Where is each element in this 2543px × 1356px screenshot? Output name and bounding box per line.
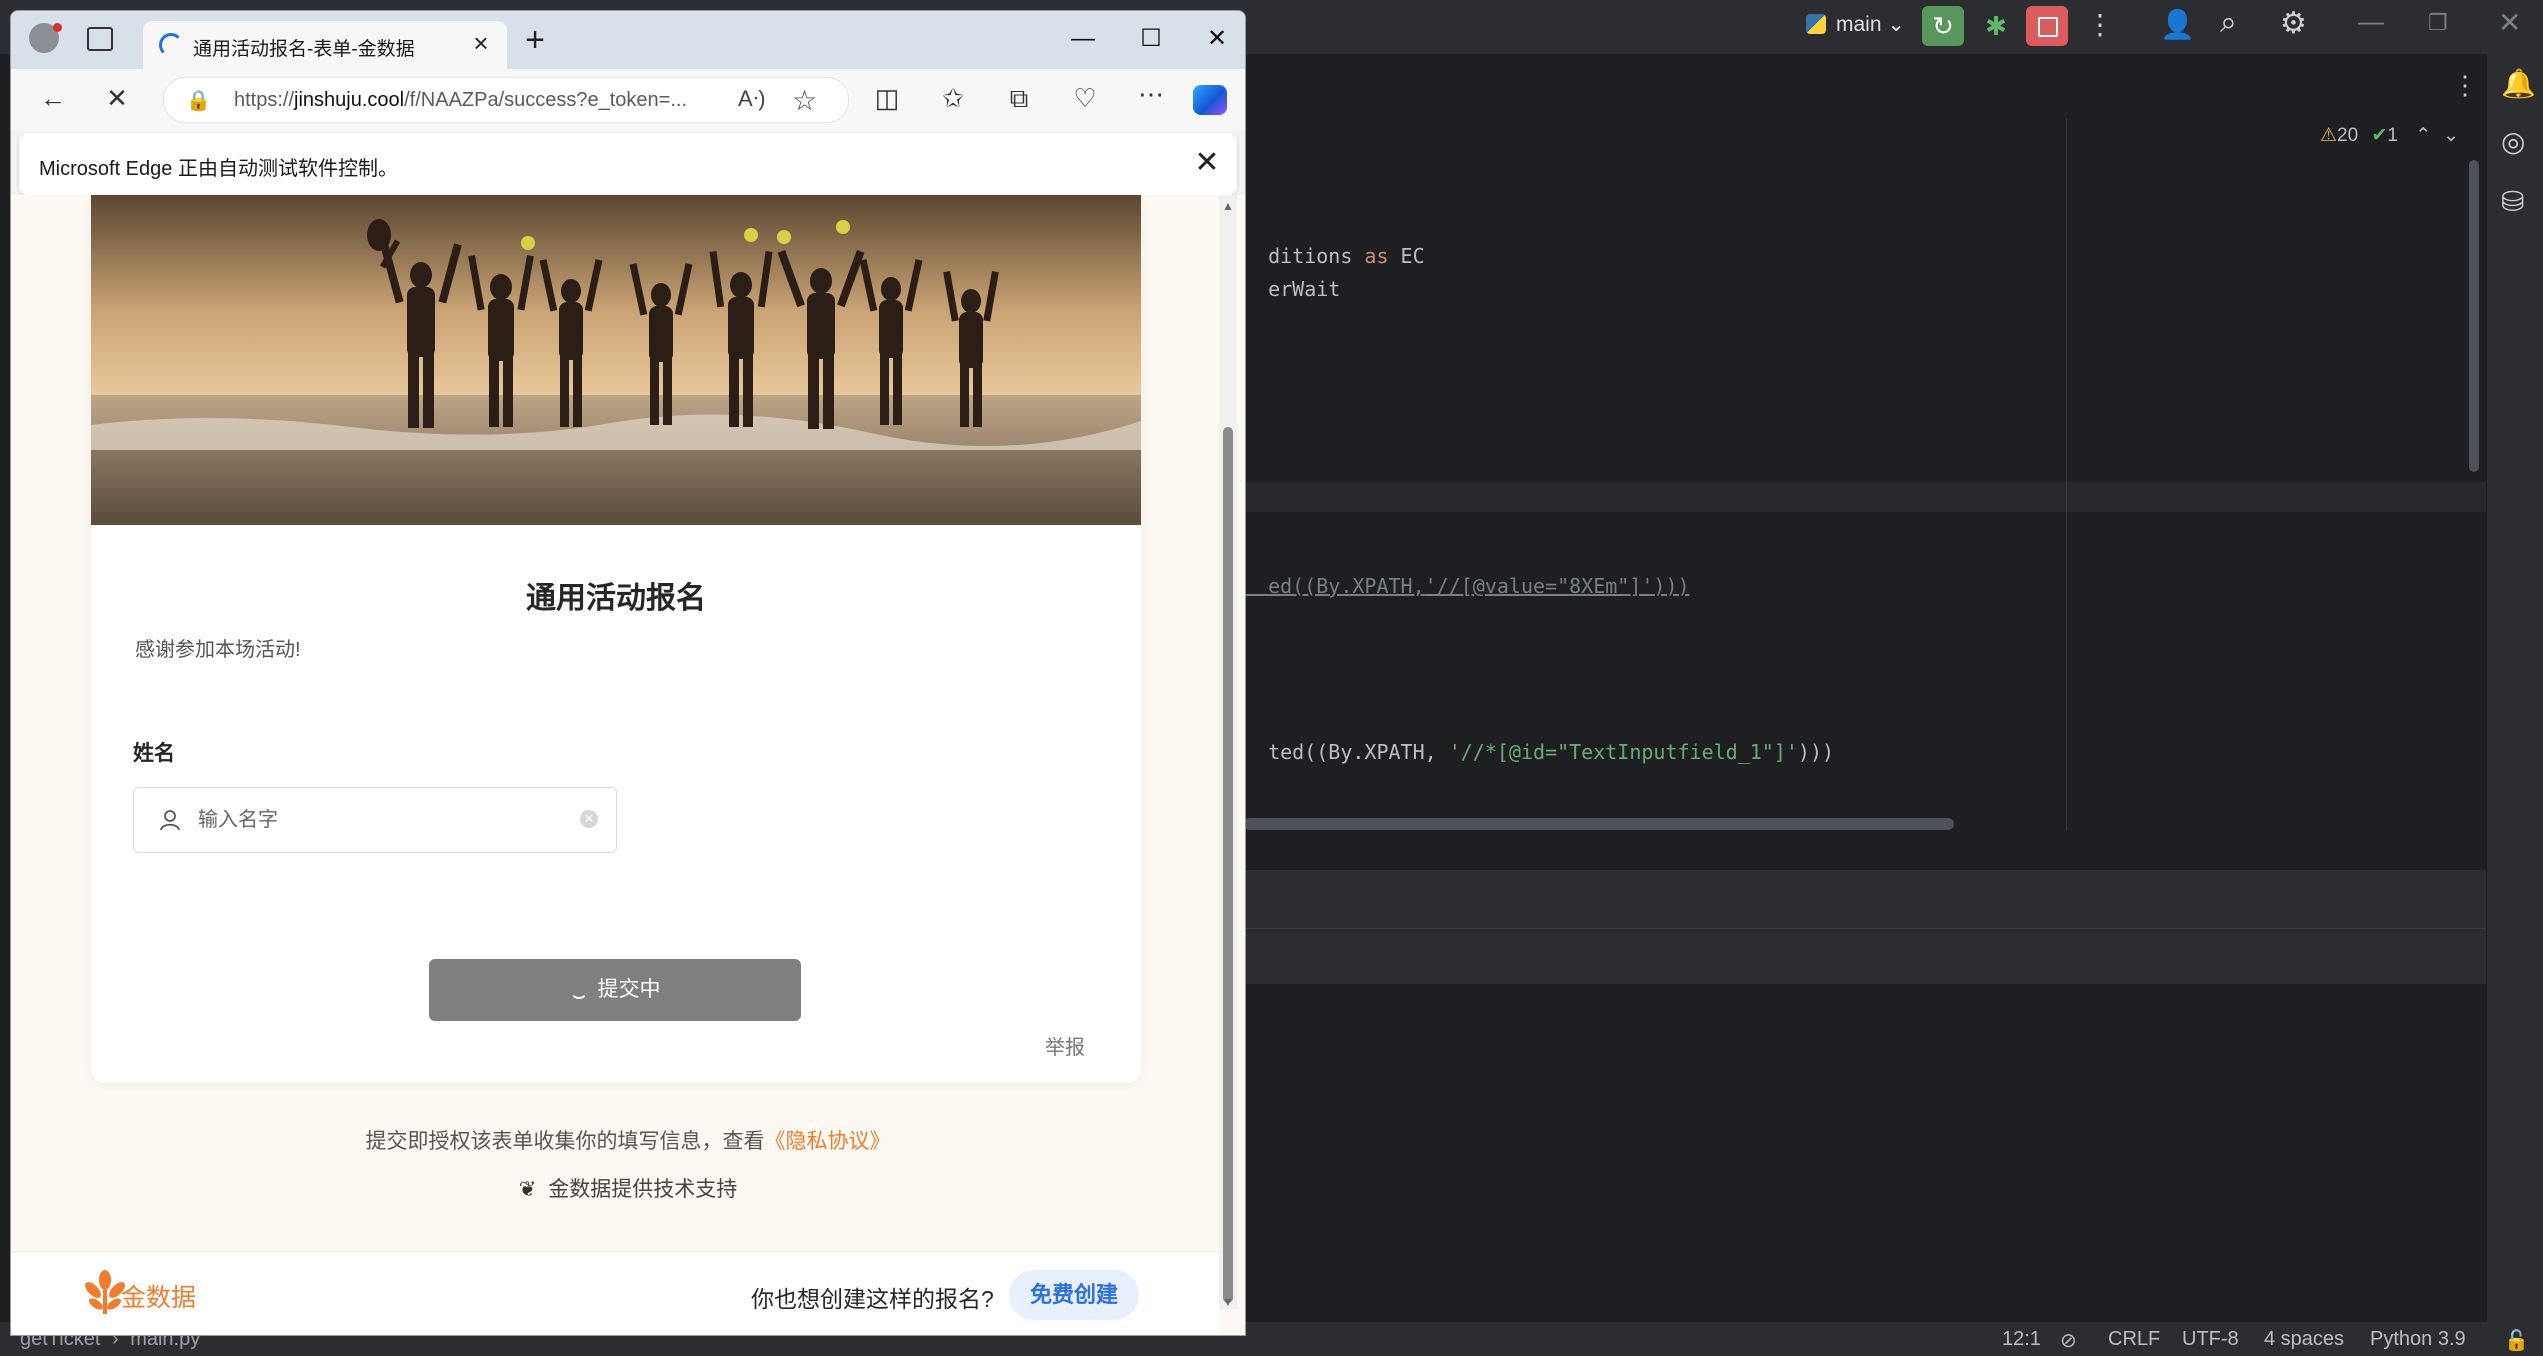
submit-label: 提交中 xyxy=(597,978,661,1001)
split-screen-icon[interactable]: ◫ xyxy=(867,83,907,113)
code-line: erWait xyxy=(1268,277,1341,301)
restore-icon[interactable]: ❐ xyxy=(2428,10,2448,36)
file-encoding[interactable]: UTF-8 xyxy=(2182,1328,2239,1351)
maximize-window-button[interactable]: ☐ xyxy=(1131,25,1171,55)
user-icon xyxy=(160,810,180,831)
stop-button[interactable] xyxy=(2026,6,2068,46)
privacy-policy-link[interactable]: 《隐私协议》 xyxy=(765,1130,891,1153)
lock-icon[interactable]: 🔒 xyxy=(186,88,211,113)
minimize-window-button[interactable]: — xyxy=(1063,25,1103,55)
lock-icon[interactable]: 🔓 xyxy=(2504,1328,2529,1353)
create-free-button[interactable]: 免费创建 xyxy=(1009,1270,1139,1320)
rerun-button[interactable]: ↻ xyxy=(1922,6,1964,46)
scroll-up-icon[interactable]: ▲ xyxy=(1222,199,1234,213)
browser-essentials-icon[interactable]: ♡ xyxy=(1065,83,1105,113)
tool-window-panel xyxy=(1244,928,2486,984)
name-field-label: 姓名 xyxy=(133,742,175,765)
code-line: ted((By.XPATH, '//*[@id="TextInputfield_… xyxy=(1268,740,1835,764)
page-scrollbar-thumb[interactable] xyxy=(1223,427,1233,1303)
tab-strip: 通用活动报名-表单-金数据 × + — ☐ ✕ xyxy=(11,11,1245,69)
form-card: 通用活动报名 感谢参加本场活动! 姓名 ✕ 提交中 举报 xyxy=(91,195,1141,1083)
address-bar[interactable]: 🔒 https://jinshuju.cool/f/NAAZPa/success… xyxy=(163,77,849,123)
warning-count: 20 xyxy=(2337,125,2359,146)
python-icon xyxy=(1806,14,1826,34)
back-button[interactable]: ← xyxy=(33,83,73,113)
consent-text: 提交即授权该表单收集你的填写信息，查看 xyxy=(365,1130,765,1153)
indent-setting[interactable]: 4 spaces xyxy=(2264,1328,2344,1351)
copilot-icon[interactable] xyxy=(1193,85,1227,115)
close-icon[interactable]: ✕ xyxy=(2498,6,2521,39)
branch-selector[interactable]: main ⌄ xyxy=(1836,12,1905,37)
powered-by-text: 金数据提供技术支持 xyxy=(548,1178,738,1201)
page-footer: 金数据 你也想创建这样的报名? 免费创建 xyxy=(11,1251,1219,1335)
database-icon[interactable]: ⛁ xyxy=(2501,188,2524,216)
form-title: 通用活动报名 xyxy=(526,582,706,615)
powered-by[interactable]: ❦ 金数据提供技术支持 xyxy=(11,1173,1245,1203)
page-scrollbar[interactable]: ▲ ▼ xyxy=(1219,195,1237,1309)
browser-tab[interactable]: 通用活动报名-表单-金数据 × xyxy=(143,21,507,69)
footer-brand[interactable]: 金数据 xyxy=(121,1278,196,1314)
jinshuju-leaf-icon: ❦ xyxy=(518,1178,537,1201)
page-content[interactable]: 通用活动报名 感谢参加本场活动! 姓名 ✕ 提交中 举报 提交即授权该表单收集你… xyxy=(11,195,1245,1335)
python-interpreter[interactable]: Python 3.9 xyxy=(2370,1328,2466,1351)
browser-window: 通用活动报名-表单-金数据 × + — ☐ ✕ ← ✕ 🔒 https://ji… xyxy=(10,10,1246,1336)
search-icon[interactable]: ⌕ xyxy=(2220,6,2237,40)
branch-label: main xyxy=(1836,13,1882,36)
scroll-down-icon[interactable]: ▼ xyxy=(1222,1295,1234,1309)
current-line-highlight xyxy=(1244,482,2486,512)
new-tab-button[interactable]: + xyxy=(517,23,553,59)
more-icon[interactable]: ⋮ xyxy=(2452,70,2478,101)
profile-notification-dot xyxy=(53,23,62,32)
right-margin-guide xyxy=(2066,118,2067,830)
code-line: ed((By.XPATH,'//[@value="8XEm"]'))) xyxy=(1268,574,1690,598)
report-link[interactable]: 举报 xyxy=(1045,1031,1085,1060)
close-window-button[interactable]: ✕ xyxy=(1197,25,1237,55)
loading-spinner-icon xyxy=(159,33,183,57)
close-tab-icon[interactable]: × xyxy=(467,29,495,57)
minimize-icon[interactable]: — xyxy=(2358,6,2384,37)
line-separator[interactable]: CRLF xyxy=(2108,1328,2160,1351)
problems-indicator[interactable]: ⚠20 ✔1 ⌃ ⌄ xyxy=(2320,124,2459,147)
caret-position[interactable]: 12:1 xyxy=(2002,1328,2041,1351)
submit-button[interactable]: 提交中 xyxy=(429,959,801,1021)
add-user-icon[interactable]: 👤 xyxy=(2160,8,2195,41)
debug-icon[interactable]: ✱ xyxy=(1978,8,2014,44)
consent-notice: 提交即授权该表单收集你的填写信息，查看《隐私协议》 xyxy=(11,1125,1245,1155)
infobar-close-icon[interactable]: ✕ xyxy=(1189,145,1225,181)
code-editor[interactable]: ⋮ ⚠20 ✔1 ⌃ ⌄ xyxy=(1244,54,2486,830)
settings-icon[interactable]: ⚙ xyxy=(2280,6,2307,41)
footer-question: 你也想创建这样的报名? xyxy=(751,1286,994,1312)
more-actions-icon[interactable]: ⋮ xyxy=(2086,8,2114,41)
name-field[interactable]: ✕ xyxy=(133,787,617,853)
stop-loading-button[interactable]: ✕ xyxy=(97,83,137,113)
inspection-icon[interactable]: ⊘ xyxy=(2060,1328,2077,1353)
right-tool-strip: 🔔 ◎ ⛁ xyxy=(2486,54,2543,1324)
collections-icon[interactable]: ⧉ xyxy=(999,83,1039,113)
settings-more-icon[interactable]: ⋯ xyxy=(1131,79,1171,109)
url-text[interactable]: https://jinshuju.cool/f/NAAZPa/success?e… xyxy=(234,89,794,112)
loading-spinner-icon xyxy=(569,981,588,1000)
banner-image xyxy=(91,195,1141,525)
notifications-icon[interactable]: 🔔 xyxy=(2501,70,2536,98)
browser-toolbar: ← ✕ 🔒 https://jinshuju.cool/f/NAAZPa/suc… xyxy=(11,69,1245,131)
ai-assistant-icon[interactable]: ◎ xyxy=(2501,128,2525,156)
read-aloud-icon[interactable]: Aᐧ) xyxy=(738,86,766,112)
favorites-icon[interactable]: ✩ xyxy=(933,83,973,113)
editor-horizontal-scrollbar[interactable] xyxy=(1244,818,1954,830)
jinshuju-logo-icon[interactable] xyxy=(85,1270,125,1316)
favorite-star-icon[interactable]: ☆ xyxy=(792,84,817,117)
ok-count: 1 xyxy=(2387,125,2398,146)
form-description: 感谢参加本场活动! xyxy=(135,639,301,661)
tab-title: 通用活动报名-表单-金数据 xyxy=(193,39,415,60)
automation-infobar: Microsoft Edge 正由自动测试软件控制。 ✕ xyxy=(19,133,1237,195)
infobar-message: Microsoft Edge 正由自动测试软件控制。 xyxy=(39,158,398,180)
clear-input-icon[interactable]: ✕ xyxy=(580,810,598,828)
name-input[interactable] xyxy=(196,802,580,838)
editor-vertical-scrollbar[interactable] xyxy=(2469,160,2479,472)
tab-actions-icon[interactable] xyxy=(87,27,113,51)
tool-window-header xyxy=(1244,870,2486,928)
